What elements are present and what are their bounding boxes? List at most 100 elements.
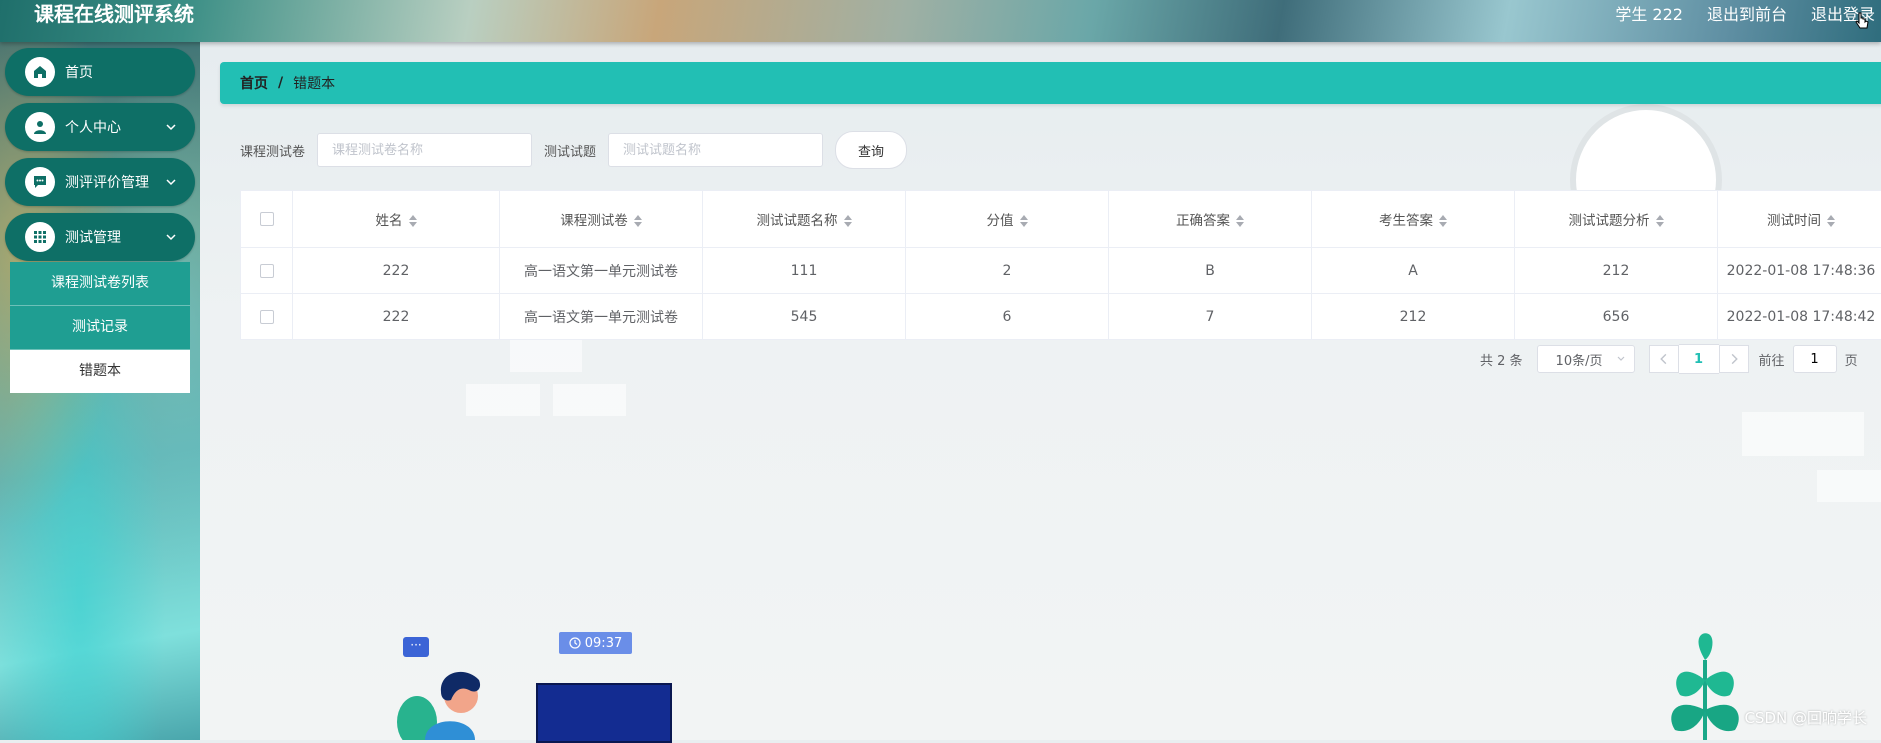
column-header[interactable]: 测试试题名称 [703,191,906,248]
submenu-item-wrong-book[interactable]: 错题本 [10,350,190,393]
test-submenu: 课程测试卷列表 测试记录 错题本 [10,262,190,393]
sidebar-item-label: 测试管理 [65,227,165,247]
sidebar-item-profile[interactable]: 个人中心 [5,103,195,151]
search-button[interactable]: 查询 [835,131,907,169]
decoration-block [466,384,540,416]
row-checkbox[interactable] [260,264,274,278]
table-row: 222 高一语文第一单元测试卷 545 6 7 212 656 2022-01-… [241,294,1881,340]
column-header[interactable]: 课程测试卷 [500,191,703,248]
time-text: 09:37 [585,636,622,651]
question-search-input[interactable] [608,133,823,167]
time-badge: 09:37 [559,632,632,654]
decoration-block [1817,470,1881,502]
sidebar-item-evaluation[interactable]: 测评评价管理 [5,158,195,206]
grid-icon [25,222,55,252]
breadcrumb-home[interactable]: 首页 [240,73,268,93]
decoration-block [1742,412,1864,456]
person-illustration [395,660,505,740]
table-cell: B [1109,248,1312,294]
wrong-questions-table: 姓名 课程测试卷 测试试题名称 分值 正确答案 考生答案 测试试题分析 测试时间… [240,190,1881,340]
goto-page: 前往 页 [1759,345,1858,373]
user-actions: 学生 222 退出到前台 退出登录 [1615,0,1875,26]
chevron-down-icon [165,231,177,243]
table-cell: 545 [703,294,906,340]
row-checkbox[interactable] [260,310,274,324]
sort-icon[interactable] [634,214,642,228]
page-size-value: 10条/页 [1556,350,1603,369]
column-header-label: 课程测试卷 [560,213,628,229]
breadcrumb-separator: / [278,75,283,91]
sidebar-item-label: 个人中心 [65,117,165,137]
paper-search-input[interactable] [317,133,532,167]
home-icon [25,57,55,87]
monitor-illustration [536,683,672,743]
sort-icon[interactable] [409,214,417,228]
column-header-label: 考生答案 [1379,213,1433,229]
paper-label: 课程测试卷 [240,141,305,160]
sidebar-item-test-management[interactable]: 测试管理 [5,213,195,261]
chat-bubble-icon: ··· [403,637,429,657]
submenu-item-paper-list[interactable]: 课程测试卷列表 [10,262,190,306]
chevron-down-icon [165,176,177,188]
column-header[interactable]: 考生答案 [1312,191,1515,248]
column-header-label: 姓名 [376,213,403,229]
search-bar: 课程测试卷 测试试题 查询 [240,132,907,168]
page-size-select[interactable]: 10条/页 [1537,345,1635,373]
table-cell: A [1312,248,1515,294]
table-cell: 高一语文第一单元测试卷 [500,294,703,340]
table-cell: 2022-01-08 17:48:36 [1718,248,1881,294]
table-cell: 222 [293,248,500,294]
table-cell: 高一语文第一单元测试卷 [500,248,703,294]
page-unit: 页 [1845,350,1858,369]
column-header-label: 测试试题名称 [757,213,838,229]
column-header[interactable]: 姓名 [293,191,500,248]
table-cell: 7 [1109,294,1312,340]
prev-page-icon[interactable] [1649,345,1679,373]
decoration-block [553,384,626,416]
chevron-down-icon [1616,354,1626,364]
main-content: 首页 / 错题本 课程测试卷 测试试题 查询 姓名 课程测试卷 测试试题名称 分… [200,42,1881,740]
decoration-block [510,340,582,372]
table-cell: 2022-01-08 17:48:42 [1718,294,1881,340]
table-row: 222 高一语文第一单元测试卷 111 2 B A 212 2022-01-08… [241,248,1881,294]
table-header-row: 姓名 课程测试卷 测试试题名称 分值 正确答案 考生答案 测试试题分析 测试时间 [241,191,1881,248]
sort-icon[interactable] [1656,214,1664,228]
sort-icon[interactable] [1020,214,1028,228]
total-count: 共 2 条 [1480,350,1523,369]
back-to-front-link[interactable]: 退出到前台 [1707,1,1787,25]
select-all-checkbox[interactable] [260,212,274,226]
column-header[interactable]: 正确答案 [1109,191,1312,248]
table-cell: 656 [1515,294,1718,340]
chat-icon [25,167,55,197]
column-header[interactable]: 分值 [906,191,1109,248]
sidebar-item-label: 测评评价管理 [65,172,165,192]
column-header-label: 正确答案 [1176,213,1230,229]
sort-icon[interactable] [1827,214,1835,228]
breadcrumb-current: 错题本 [293,73,335,93]
top-bar: 课程在线测评系统 学生 222 退出到前台 退出登录 [0,0,1881,42]
table-cell: 212 [1515,248,1718,294]
select-all-cell [241,191,293,248]
sort-icon[interactable] [844,214,852,228]
sort-icon[interactable] [1236,214,1244,228]
table-cell: 111 [703,248,906,294]
column-header[interactable]: 测试时间 [1718,191,1881,248]
table-cell: 222 [293,294,500,340]
app-title: 课程在线测评系统 [34,0,194,28]
user-name: 学生 222 [1615,1,1683,25]
row-select-cell [241,294,293,340]
next-page-icon[interactable] [1719,345,1749,373]
table-cell: 6 [906,294,1109,340]
pagination: 共 2 条 10条/页 1 前往 页 [1480,344,1858,374]
goto-page-input[interactable] [1793,345,1837,373]
sidebar-item-home[interactable]: 首页 [5,48,195,96]
column-header[interactable]: 测试试题分析 [1515,191,1718,248]
row-select-cell [241,248,293,294]
sort-icon[interactable] [1439,214,1447,228]
page-number-current[interactable]: 1 [1679,344,1719,374]
goto-label: 前往 [1759,350,1785,369]
submenu-item-test-records[interactable]: 测试记录 [10,306,190,350]
user-icon [25,112,55,142]
watermark: CSDN @回响学长 [1744,707,1867,728]
sidebar: 首页 个人中心 测评评价管理 测试管理 课程测试卷列表 测试记录 错题本 [0,42,200,740]
